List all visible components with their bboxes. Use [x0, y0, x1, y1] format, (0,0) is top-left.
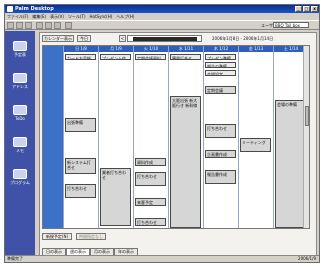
- address-icon: [13, 73, 27, 83]
- day-column[interactable]: 金 1/13: [238, 46, 273, 228]
- event-item[interactable]: 打ち合わせ: [65, 184, 96, 198]
- programs-icon: [13, 169, 27, 179]
- calendar-nav: カレンダー表示 今日 < > 2006年1月8日 - 2006年1月14日: [42, 35, 314, 43]
- today-button[interactable]: 今日: [77, 35, 91, 42]
- paste-icon[interactable]: [54, 22, 61, 29]
- event-item[interactable]: 打ち合わせ: [135, 218, 166, 226]
- nav-item-todo[interactable]: ToDo: [9, 105, 31, 121]
- calendar-panel: カレンダー表示 今日 < > 2006年1月8日 - 2006年1月14日 日 …: [39, 32, 317, 256]
- scroll-thumb[interactable]: [305, 106, 309, 126]
- calendar-icon: [13, 41, 27, 51]
- user-select[interactable]: BBQ Tail box: [273, 22, 309, 28]
- event-item[interactable]: プレゼン準備: [205, 54, 236, 60]
- maximize-button[interactable]: □: [303, 6, 310, 12]
- event-item[interactable]: 業者打ち合わせ: [100, 168, 131, 226]
- event-item[interactable]: 資料作成: [135, 158, 166, 166]
- event-item[interactable]: カードお手帳: [65, 54, 96, 60]
- launcher-sidebar: 予定表 アドレス ToDo メモ プログラム: [5, 31, 35, 255]
- week-grid: 日 1/8 月 1/9 火 1/10 水 1/11 木 1/12 金 1/13 …: [42, 45, 310, 229]
- nav-item-programs[interactable]: プログラム: [9, 169, 31, 186]
- new-icon[interactable]: [7, 22, 14, 29]
- calendar-view-button[interactable]: カレンダー表示: [42, 35, 74, 42]
- nav-item-memo[interactable]: メモ: [9, 137, 31, 154]
- menu-tools[interactable]: ツール(T): [68, 13, 86, 20]
- nav-item-address[interactable]: アドレス: [9, 73, 31, 90]
- nav-item-calendar[interactable]: 予定表: [9, 41, 31, 58]
- prev-week-button[interactable]: <: [119, 35, 126, 42]
- week-selector[interactable]: [127, 35, 202, 42]
- event-item[interactable]: 報告の準備: [205, 62, 236, 68]
- event-item[interactable]: 大阪出張 新大阪行き 新幹線: [170, 96, 201, 228]
- event-item[interactable]: 来客予定: [135, 198, 166, 206]
- date-range: 2006年1月8日 - 2006年1月14日: [212, 36, 274, 41]
- new-event-button[interactable]: 新規予定(N): [42, 233, 72, 240]
- status-date: 2006/1/9: [298, 256, 316, 261]
- event-item[interactable]: 会場の準備: [275, 100, 304, 228]
- minimize-button[interactable]: _: [295, 6, 302, 12]
- event-item[interactable]: 定期会議: [205, 86, 236, 94]
- memo-icon: [13, 137, 27, 147]
- menu-hotsync[interactable]: HotSync(H): [90, 13, 113, 20]
- menu-help[interactable]: ヘルプ(H): [116, 13, 134, 20]
- event-item[interactable]: プレゼント作成: [100, 54, 131, 60]
- menu-view[interactable]: 表示(V): [50, 13, 64, 20]
- event-item[interactable]: 出張準備: [65, 118, 96, 132]
- week-slider[interactable]: [133, 37, 197, 41]
- copy-icon[interactable]: [45, 22, 52, 29]
- toolbar: ユーザ: BBQ Tail box: [5, 20, 319, 30]
- print-icon[interactable]: [25, 22, 32, 29]
- status-text: 準備完了: [7, 256, 23, 261]
- menu-bar: ファイル(F) 編集(E) 表示(V) ツール(T) HotSync(H) ヘル…: [5, 13, 319, 20]
- day-column[interactable]: 日 1/8: [63, 46, 98, 228]
- todo-icon: [13, 105, 27, 115]
- time-column: [43, 46, 63, 228]
- close-button[interactable]: x: [311, 6, 318, 12]
- event-item[interactable]: ミーティング: [240, 138, 271, 152]
- event-item[interactable]: 企画書作成: [205, 150, 236, 158]
- event-item[interactable]: 購買打合せ: [170, 54, 201, 60]
- event-item[interactable]: 会場設営: [205, 70, 236, 76]
- status-bar: 準備完了 2006/1/9: [5, 255, 319, 262]
- event-item[interactable]: 報告書作成: [205, 170, 236, 184]
- event-item[interactable]: 打ち合わせ: [135, 172, 166, 186]
- untimed-event-button[interactable]: 時間指定なし: [76, 233, 106, 240]
- app-window: Palm Desktop _ □ x ファイル(F) 編集(E) 表示(V) ツ…: [4, 4, 320, 263]
- menu-file[interactable]: ファイル(F): [7, 13, 28, 20]
- title-bar: Palm Desktop _ □ x: [5, 5, 319, 13]
- window-title: Palm Desktop: [15, 6, 54, 12]
- event-item[interactable]: 定期会議資料: [135, 54, 166, 60]
- save-icon[interactable]: [16, 22, 23, 29]
- menu-edit[interactable]: 編集(E): [32, 13, 46, 20]
- event-item[interactable]: 打ち合わせ: [205, 124, 236, 138]
- find-icon[interactable]: [65, 22, 72, 29]
- event-item[interactable]: 新システム打合せ: [65, 158, 96, 174]
- cut-icon[interactable]: [36, 22, 43, 29]
- app-icon: [7, 6, 13, 12]
- vertical-scrollbar[interactable]: [303, 46, 309, 228]
